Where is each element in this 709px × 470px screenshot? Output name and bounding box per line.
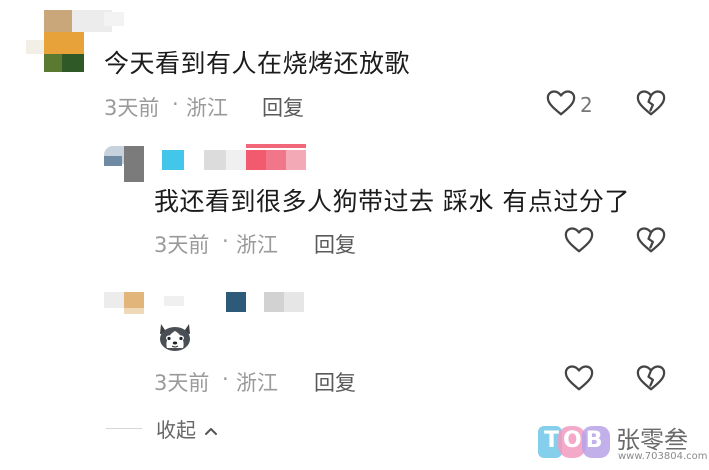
comment-time: 3天前: [104, 96, 160, 120]
like-heart-icon[interactable]: [564, 226, 594, 254]
comment-location: 浙江: [236, 371, 278, 395]
meta-separator: ·: [222, 367, 229, 391]
avatar-pixelated[interactable]: [104, 290, 150, 314]
meta-separator: ·: [172, 92, 179, 116]
comment-text: 今天看到有人在烧烤还放歌: [104, 49, 411, 78]
collapse-label: 收起: [156, 418, 196, 442]
watermark-url: www.703804.com: [618, 451, 708, 462]
avatar-pixelated[interactable]: [104, 142, 150, 182]
dislike-broken-heart-icon[interactable]: [636, 89, 666, 117]
avatar-pixelated[interactable]: [26, 10, 112, 74]
dislike-broken-heart-icon[interactable]: [636, 226, 666, 254]
chevron-up-icon: [204, 417, 218, 441]
reply-button[interactable]: 回复: [314, 367, 356, 397]
meta-separator: ·: [222, 229, 229, 253]
like-heart-icon[interactable]: [546, 89, 576, 117]
dislike-broken-heart-icon[interactable]: [636, 364, 666, 392]
comment-text: 我还看到很多人狗带过去 踩水 有点过分了: [154, 187, 630, 216]
comment-time: 3天前: [154, 371, 210, 395]
like-heart-icon[interactable]: [564, 364, 594, 392]
reply-button[interactable]: 回复: [314, 229, 356, 259]
reply-button[interactable]: 回复: [262, 92, 304, 122]
collapse-replies-button[interactable]: 收起: [106, 414, 218, 443]
watermark-logo-text: TOB: [544, 428, 607, 453]
like-count: 2: [580, 93, 593, 117]
watermark: TOB 张零叁 www.703804.com: [538, 420, 708, 468]
husky-sticker-icon: [156, 318, 194, 354]
watermark-brand: 张零叁: [616, 426, 688, 454]
comment-location: 浙江: [186, 96, 228, 120]
comment-location: 浙江: [236, 233, 278, 257]
comment-time: 3天前: [154, 233, 210, 257]
divider-line: [106, 428, 142, 429]
